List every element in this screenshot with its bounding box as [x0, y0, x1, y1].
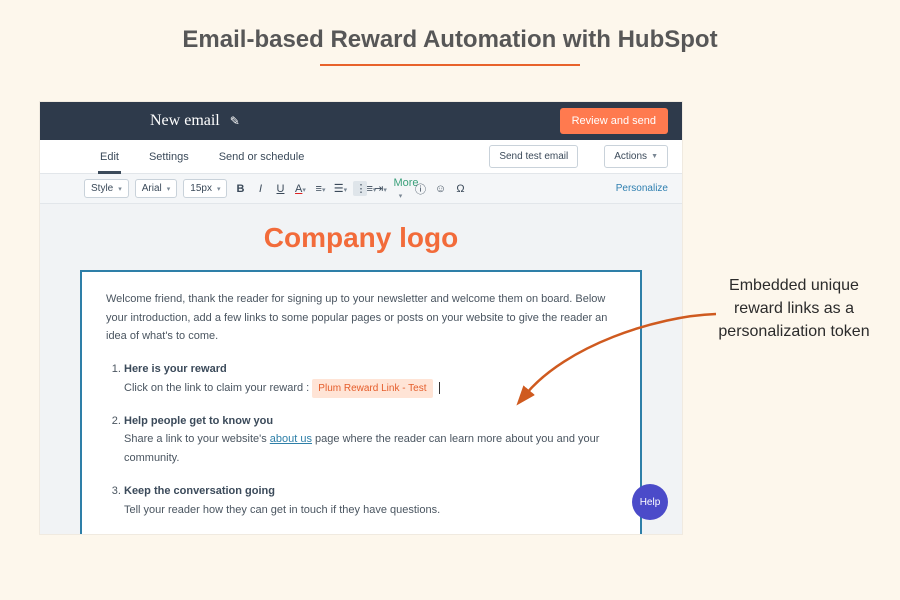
email-canvas: Company logo Welcome friend, thank the r…	[40, 204, 682, 534]
email-title: New email	[150, 112, 220, 130]
page-title: Email-based Reward Automation with HubSp…	[0, 0, 900, 54]
title-rule	[320, 64, 580, 66]
about-us-link[interactable]: about us	[270, 433, 312, 445]
item-body: Click on the link to claim your reward :	[124, 382, 312, 394]
align-icon[interactable]: ≡▾	[313, 183, 327, 195]
more-dropdown[interactable]: More ▾	[393, 177, 407, 201]
text-color-icon[interactable]: A▾	[293, 183, 307, 195]
size-dd-label: 15px	[190, 183, 212, 194]
bold-icon[interactable]: B	[233, 183, 247, 195]
personalization-token[interactable]: Plum Reward Link - Test	[312, 379, 432, 398]
review-and-send-button[interactable]: Review and send	[560, 108, 668, 134]
tab-edit[interactable]: Edit	[98, 141, 121, 173]
format-toolbar: Style ▾ Arial ▾ 15px ▾ B I U A▾ ≡▾ ☰▾ ⋮≡…	[40, 174, 682, 204]
item-body: Tell your reader how they can get in tou…	[124, 504, 440, 516]
item-title: Here is your reward	[124, 363, 227, 375]
actions-dropdown[interactable]: Actions ▼	[604, 145, 668, 168]
email-list: Here is your reward Click on the link to…	[106, 360, 616, 519]
tab-send-schedule[interactable]: Send or schedule	[217, 141, 307, 173]
list-item[interactable]: Here is your reward Click on the link to…	[124, 360, 616, 398]
list-item[interactable]: Help people get to know you Share a link…	[124, 412, 616, 468]
clear-format-icon[interactable]: Ω	[453, 183, 467, 195]
editor-nav: Edit Settings Send or schedule Send test…	[40, 140, 682, 174]
annotation-text: Embedded unique reward links as a person…	[714, 274, 874, 344]
intro-paragraph[interactable]: Welcome friend, thank the reader for sig…	[106, 290, 616, 346]
list-item[interactable]: Keep the conversation going Tell your re…	[124, 482, 616, 519]
caret-down-icon: ▾	[118, 185, 122, 193]
screenshot-frame: New email ✎ Review and send Edit Setting…	[40, 102, 682, 534]
item-body-prefix: Share a link to your website's	[124, 433, 270, 445]
caret-down-icon: ▼	[651, 153, 658, 160]
underline-icon[interactable]: U	[273, 183, 287, 195]
style-dd-label: Style	[91, 183, 113, 194]
help-button[interactable]: Help	[632, 484, 668, 520]
indent-icon[interactable]: ⇥▾	[373, 182, 387, 195]
font-dropdown[interactable]: Arial ▾	[135, 179, 178, 198]
email-body[interactable]: Welcome friend, thank the reader for sig…	[80, 270, 642, 534]
text-cursor	[439, 382, 440, 394]
bullet-list-icon[interactable]: ☰▾	[333, 182, 347, 195]
editor-topbar: New email ✎ Review and send	[40, 102, 682, 140]
caret-down-icon: ▾	[217, 185, 221, 193]
number-list-icon[interactable]: ⋮≡▾	[353, 181, 367, 196]
item-title: Keep the conversation going	[124, 485, 275, 497]
link-icon[interactable]: ⓘ	[413, 181, 427, 197]
caret-down-icon: ▾	[167, 185, 171, 193]
company-logo-placeholder[interactable]: Company logo	[80, 222, 642, 254]
size-dropdown[interactable]: 15px ▾	[183, 179, 227, 198]
italic-icon[interactable]: I	[253, 183, 267, 195]
style-dropdown[interactable]: Style ▾	[84, 179, 129, 198]
actions-label: Actions	[614, 151, 647, 162]
font-dd-label: Arial	[142, 183, 162, 194]
tab-settings[interactable]: Settings	[147, 141, 191, 173]
item-title: Help people get to know you	[124, 415, 273, 427]
emoji-icon[interactable]: ☺	[433, 183, 447, 195]
send-test-email-button[interactable]: Send test email	[489, 145, 578, 168]
personalize-button[interactable]: Personalize	[616, 183, 674, 194]
edit-title-icon[interactable]: ✎	[230, 114, 240, 128]
